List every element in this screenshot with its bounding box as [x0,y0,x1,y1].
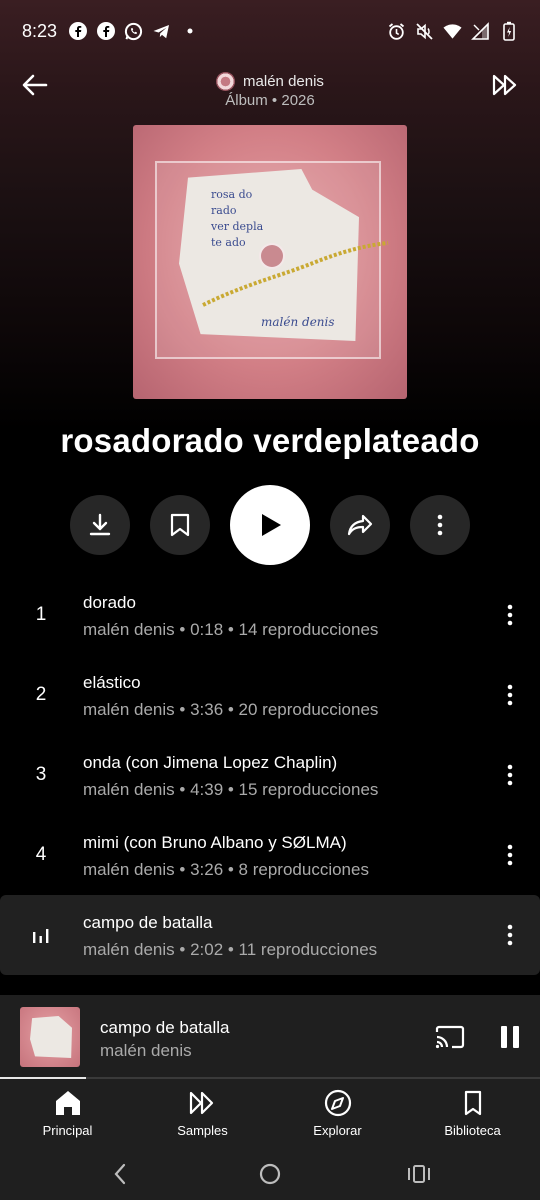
more-vert-icon [507,684,513,706]
battery-icon [499,21,518,41]
track-menu-button[interactable] [498,839,522,871]
nav-label: Principal [42,1123,93,1138]
track-number: 4 [35,844,47,865]
share-button[interactable] [330,495,390,555]
artist-link[interactable]: malén denis [0,70,540,92]
cast-icon [435,1025,465,1049]
track-number: 3 [35,764,47,785]
artist-avatar [216,71,236,91]
mini-player-title: campo de batalla [100,1018,230,1037]
system-back-button[interactable] [104,1158,136,1190]
cover-cd-hub [259,243,285,269]
fast-forward-icon [492,74,517,96]
track-row[interactable]: 2 elástico malén denis • 3:36 • 20 repro… [0,655,540,735]
samples-shortcut-button[interactable] [488,68,522,102]
track-number: 1 [35,604,47,625]
status-left: 8:23 [22,21,199,42]
album-title: rosadorado verdeplateado [60,422,480,459]
mute-icon [415,22,434,41]
mini-player-artwork [20,1007,80,1067]
bookmark-icon [170,513,190,537]
share-icon [347,514,373,536]
dot-icon [180,22,199,41]
track-subtitle: malén denis • 3:26 • 8 reproducciones [83,860,369,879]
album-meta: Álbum • 2026 [225,92,315,109]
track-row[interactable]: 4 mimi (con Bruno Albano y SØLMA) malén … [0,815,540,895]
alarm-icon [387,22,406,41]
track-title: onda (con Jimena Lopez Chaplin) [83,753,338,772]
whatsapp-icon [124,22,143,41]
recents-icon [408,1165,430,1183]
now-playing-indicator [26,895,56,975]
facebook-icon [96,22,115,41]
signal-icon [471,21,490,41]
nav-item-samples[interactable]: Samples [135,1079,270,1150]
album-screen: 8:23 malén denis Álbum • 2026 rosa do ra… [0,0,540,1200]
play-icon [262,514,281,536]
nav-label: Biblioteca [444,1123,501,1138]
track-title: dorado [83,593,136,612]
equalizer-icon [33,929,49,943]
play-button[interactable] [230,485,310,565]
more-vert-icon [437,514,443,536]
track-subtitle: malén denis • 3:36 • 20 reproducciones [83,700,379,719]
track-menu-button[interactable] [498,599,522,631]
track-menu-button[interactable] [498,679,522,711]
album-actions [0,485,540,565]
chevron-left-icon [114,1163,126,1185]
nav-label: Samples [177,1123,228,1138]
system-home-button[interactable] [254,1158,286,1190]
more-vert-icon [507,844,513,866]
nav-item-biblioteca[interactable]: Biblioteca [405,1079,540,1150]
nav-item-explorar[interactable]: Explorar [270,1079,405,1150]
more-vert-icon [507,764,513,786]
status-time: 8:23 [22,20,58,41]
bottom-navigation: Principal Samples Explorar Biblioteca [0,1079,540,1150]
wifi-icon [443,22,462,41]
cast-button[interactable] [432,1019,468,1055]
track-menu-button[interactable] [498,759,522,791]
nav-label: Explorar [313,1123,362,1138]
mini-player-artist: malén denis [100,1041,192,1060]
track-subtitle: malén denis • 0:18 • 14 reproducciones [83,620,379,639]
samples-icon [189,1091,213,1115]
track-menu-button[interactable] [498,919,522,951]
circle-home-icon [259,1163,281,1185]
compass-icon [324,1089,351,1117]
track-title: elástico [83,673,141,692]
cover-signature: malén denis [261,315,335,329]
track-row[interactable]: 1 dorado malén denis • 0:18 • 14 reprodu… [0,575,540,655]
more-vert-icon [507,604,513,626]
mini-player[interactable]: campo de batalla malén denis [0,995,540,1079]
track-row-playing[interactable]: campo de batalla malén denis • 2:02 • 11… [0,895,540,975]
system-recents-button[interactable] [403,1158,435,1190]
mini-artwork-paper [30,1016,72,1058]
track-number: 2 [35,684,47,705]
track-list: 1 dorado malén denis • 0:18 • 14 reprodu… [0,575,540,975]
track-title: mimi (con Bruno Albano y SØLMA) [83,833,347,852]
more-vert-icon [507,924,513,946]
download-icon [89,513,111,536]
more-options-button[interactable] [410,495,470,555]
track-title: campo de batalla [83,913,213,932]
status-bar: 8:23 [0,0,540,62]
nav-item-principal[interactable]: Principal [0,1079,135,1150]
telegram-icon [152,22,171,41]
save-library-button[interactable] [150,495,210,555]
artist-name: malén denis [243,72,324,90]
facebook-icon [68,22,87,41]
system-navigation-bar [0,1150,540,1200]
download-button[interactable] [70,495,130,555]
status-right [387,21,518,41]
album-cover: rosa do rado ver depla te ado malén deni… [133,125,407,399]
pause-icon [501,1026,519,1048]
track-subtitle: malén denis • 2:02 • 11 reproducciones [83,940,378,959]
bookmark-icon [464,1090,481,1116]
pause-button[interactable] [494,1019,526,1055]
track-subtitle: malén denis • 4:39 • 15 reproducciones [83,780,379,799]
home-icon [55,1091,80,1115]
track-row[interactable]: 3 onda (con Jimena Lopez Chaplin) malén … [0,735,540,815]
